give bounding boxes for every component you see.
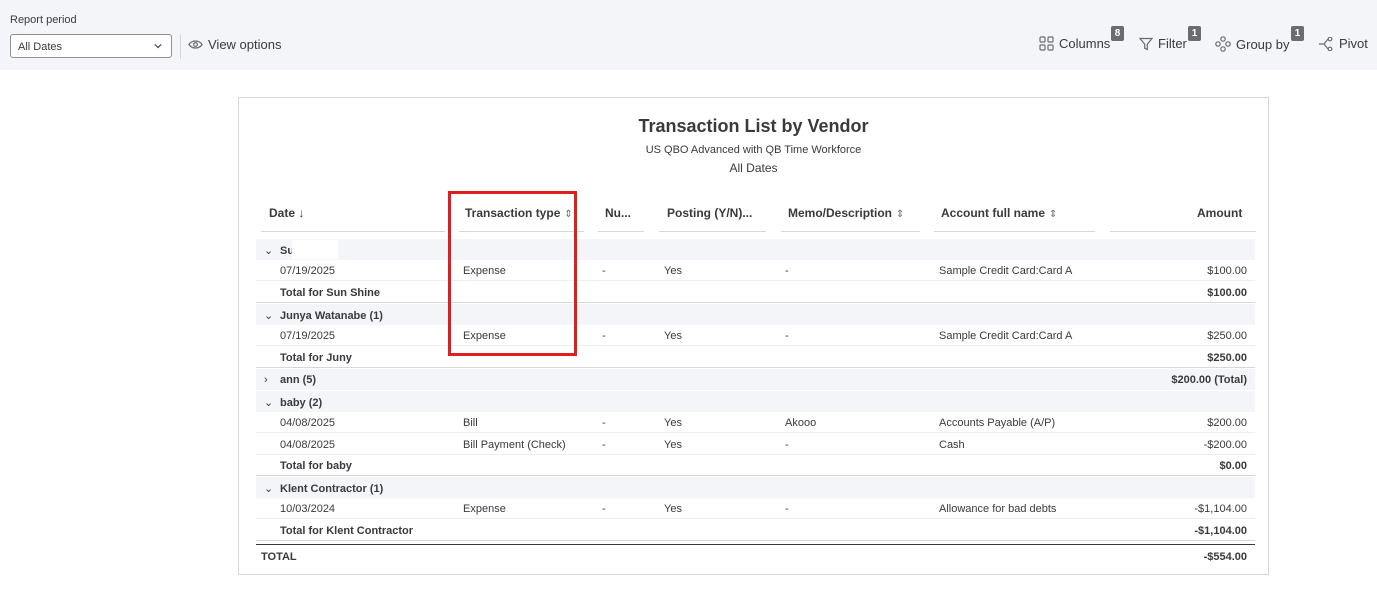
view-options-label: View options [208,37,282,52]
table-row[interactable]: 04/08/2025 Bill Payment (Check) - Yes - … [256,434,1255,455]
report-period-value: All Dates [18,41,63,53]
group-by-icon [1215,36,1231,52]
group-total-row: Total for Sun Shine $100.00 [256,282,1255,303]
group-row-vendor[interactable]: ⌄Su1) [256,239,1255,260]
filter-icon [1139,37,1153,50]
grand-total-row: TOTAL -$554.00 [256,544,1255,566]
group-total-row: Total for Klent Contractor -$1,104.00 [256,520,1255,541]
chevron-down-icon: ⌄ [264,483,274,495]
columns-label: Columns [1059,36,1111,51]
sort-desc-icon: ↓ [298,206,305,220]
report-title: Transaction List by Vendor [638,116,869,136]
grand-total-amount: -$554.00 [1203,551,1247,563]
pivot-label: Pivot [1339,36,1368,51]
filter-button[interactable]: Filter 1 [1139,26,1201,51]
chevron-down-icon: ⌄ [264,245,274,257]
report-date-range: All Dates [729,161,778,175]
report-period-select[interactable]: All Dates [10,34,172,58]
pivot-icon [1319,36,1333,51]
group-row-vendor[interactable]: ⌄ Junya Watanabe (1) [256,304,1255,325]
table-row[interactable]: 04/08/2025 Bill - Yes Akooo Accounts Pay… [256,412,1255,433]
group-row-vendor[interactable]: ⌄ Klent Contractor (1) [256,477,1255,498]
group-by-label: Group by [1236,36,1290,52]
report-toolbar: Report period All Dates View options Col… [0,0,1377,70]
group-by-count-badge: 1 [1291,26,1304,41]
columns-button[interactable]: Columns 8 [1039,26,1124,51]
grand-total-label: TOTAL [261,551,297,563]
highlight-box [448,191,577,356]
chevron-right-icon: › [264,374,268,386]
header-underline [781,231,920,232]
pivot-button[interactable]: Pivot [1318,36,1368,51]
col-header-num[interactable]: Nu... [605,206,631,220]
chevron-down-icon: ⌄ [264,310,274,322]
report-company: US QBO Advanced with QB Time Workforce [645,144,862,156]
col-header-memo[interactable]: Memo/Description ⇕ [788,206,904,220]
chevron-down-icon [154,44,162,49]
columns-count-badge: 8 [1111,26,1124,41]
header-underline [598,231,644,232]
view-options-button[interactable]: View options [188,37,281,52]
sort-icon: ⇕ [896,209,905,220]
filter-count-badge: 1 [1188,26,1201,41]
sort-icon: ⇕ [1049,209,1058,220]
group-total-row: Total for Juny $250.00 [256,347,1255,368]
report-card: Transaction List by Vendor US QBO Advanc… [238,97,1269,575]
table-row[interactable]: 10/03/2024 Expense - Yes - Allowance for… [256,498,1255,519]
columns-icon [1039,36,1054,51]
table-row[interactable]: 07/19/2025 Expense - Yes - Sample Credit… [256,325,1255,346]
group-row-vendor[interactable]: ⌄ baby (2) [256,391,1255,412]
table-row[interactable]: 07/19/2025 Expense - Yes - Sample Credit… [256,260,1255,281]
group-row-vendor-collapsed[interactable]: › ann (5) $200.00 (Total) [256,369,1255,390]
redaction-mask [354,348,394,366]
redaction-mask [292,240,338,259]
header-underline [934,231,1095,232]
col-header-amount[interactable]: Amount [1197,206,1242,220]
header-underline [261,231,445,232]
col-header-date[interactable]: Date ↓ [269,206,304,220]
eye-icon [188,40,203,49]
filter-label: Filter [1158,36,1187,51]
header-underline [659,231,766,232]
header-underline [1110,231,1256,232]
col-header-posting[interactable]: Posting (Y/N)... [667,206,752,220]
toolbar-divider [180,34,181,59]
group-by-button[interactable]: Group by 1 [1215,26,1304,52]
group-total-row: Total for baby $0.00 [256,455,1255,476]
col-header-account[interactable]: Account full name ⇕ [941,206,1057,220]
chevron-down-icon: ⌄ [264,397,274,409]
report-period-label: Report period [10,14,77,26]
